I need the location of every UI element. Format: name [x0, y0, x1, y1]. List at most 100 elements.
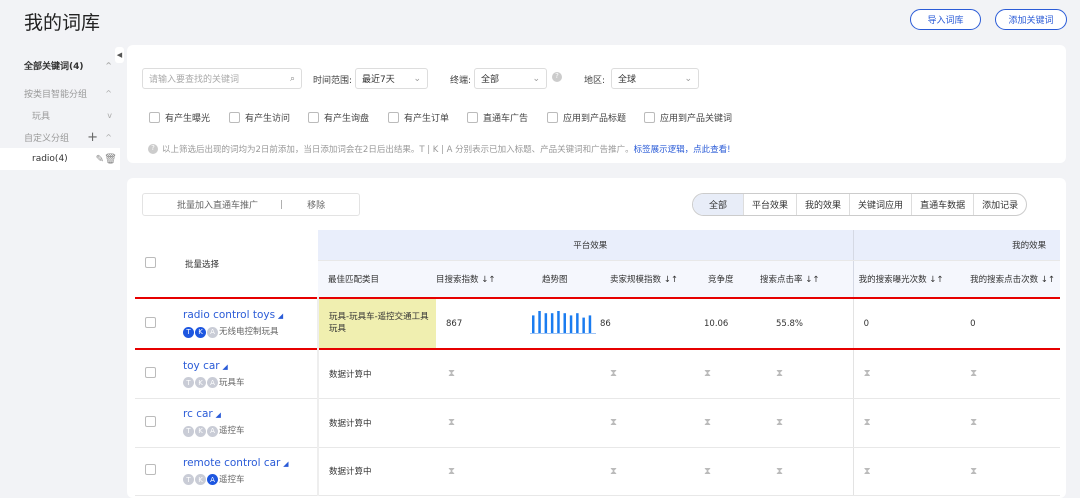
row-checkbox[interactable]	[145, 316, 156, 328]
check-product-title[interactable]: 应用到产品标题	[547, 111, 644, 124]
keyword-table-panel: 批量加入直通车推广 | 移除 全部 平台效果 我的效果 关键词应用 直通车数据 …	[127, 178, 1066, 498]
check-inquiries[interactable]: 有产生询盘	[308, 111, 388, 124]
region-select[interactable]: 全球 ⌄	[611, 68, 699, 89]
tag-ads-badge: A	[207, 326, 218, 338]
chevron-down-icon[interactable]: v	[107, 111, 112, 120]
help-icon[interactable]: ?	[552, 72, 562, 82]
value: 最近7天	[362, 75, 395, 85]
tag-ads-badge: A	[207, 377, 218, 388]
check-product-keyword[interactable]: 应用到产品关键词	[644, 111, 732, 124]
tab-p4p-data[interactable]: 直通车数据	[911, 194, 973, 215]
tab-keyword-usage[interactable]: 关键词应用	[849, 194, 911, 215]
trend-bar	[576, 313, 579, 333]
row-checkbox[interactable]	[145, 464, 156, 475]
my-clicks-cell: ⧗	[960, 398, 1061, 448]
tab-add-records[interactable]: 添加记录	[973, 194, 1026, 215]
tag-keyword-badge: K	[195, 326, 206, 338]
help-icon: ?	[148, 144, 158, 154]
label: 有产生访问	[245, 114, 291, 124]
check-p4p-ads[interactable]: 直通车广告	[467, 111, 547, 124]
label: 有产生订单	[404, 114, 450, 124]
tag-title-badge: T	[183, 326, 194, 338]
checkbox[interactable]	[308, 112, 319, 123]
tag-ads-badge: A	[207, 425, 218, 437]
row-checkbox[interactable]	[145, 415, 156, 427]
checkbox[interactable]	[229, 112, 240, 123]
trend-bar	[563, 313, 566, 333]
tab-platform[interactable]: 平台效果	[743, 194, 796, 215]
tab-mine[interactable]: 我的效果	[796, 194, 849, 215]
plus-icon[interactable]: +	[87, 130, 98, 145]
chevron-up-icon[interactable]: ^	[105, 89, 112, 98]
hourglass-icon: ⧗	[970, 417, 978, 428]
import-button[interactable]: 导入词库	[910, 9, 981, 30]
sidebar-item-custom[interactable]: 自定义分组 + ^	[0, 126, 120, 148]
hourglass-icon: ⧗	[704, 465, 712, 477]
keyword-link[interactable]: toy car	[183, 360, 220, 372]
col-seller-index[interactable]: 卖家规模指数 ↓↑	[600, 260, 690, 299]
label: 玩具	[32, 111, 51, 122]
checkbox[interactable]	[644, 112, 655, 123]
sidebar-item-all[interactable]: 全部关键词(4) ^	[0, 48, 120, 82]
col-ctr[interactable]: 搜索点击率 ↓↑	[750, 260, 854, 299]
sort-corner-icon[interactable]: ◢	[283, 460, 288, 468]
row-checkbox[interactable]	[145, 366, 156, 378]
tab-all[interactable]: 全部	[693, 194, 744, 215]
label: radio(4)	[32, 154, 68, 164]
view-tabs: 全部 平台效果 我的效果 关键词应用 直通车数据 添加记录	[692, 193, 1028, 216]
checkbox[interactable]	[547, 112, 558, 123]
check-visits[interactable]: 有产生访问	[229, 111, 308, 124]
platform-group-header: 平台效果	[318, 230, 854, 261]
sort-corner-icon[interactable]: ◢	[222, 363, 227, 371]
remove-button[interactable]: 移除	[307, 198, 325, 211]
trend-bar	[550, 313, 554, 333]
search-input[interactable]: 请输入要查找的关键词 ⌕	[142, 68, 302, 89]
filter-checkboxes: 有产生曝光 有产生访问 有产生询盘 有产生订单 直通车广告 应用到产品标题 应用…	[149, 111, 732, 124]
search-index-cell: ⧗	[436, 447, 520, 496]
ctr-cell: 55.8%	[750, 298, 854, 350]
collapse-sidebar-icon[interactable]: ◀	[115, 47, 124, 63]
batch-actions: 批量加入直通车推广 | 移除	[142, 193, 360, 216]
trend-bar	[538, 311, 541, 333]
chevron-up-icon[interactable]: ^	[105, 61, 112, 70]
category-cell: 数据计算中	[318, 447, 436, 496]
col-my-clicks[interactable]: 我的搜索点击次数 ↓↑	[960, 260, 1061, 299]
tag-title-badge: T	[183, 377, 194, 388]
search-index-cell: ⧗	[436, 398, 520, 448]
trash-icon[interactable]: 🗑	[104, 154, 117, 165]
my-clicks-cell: ⧗	[960, 447, 1061, 496]
edit-icon[interactable]: ✎	[96, 154, 104, 165]
trend-sparkline	[530, 311, 596, 334]
checkbox[interactable]	[149, 112, 160, 123]
sidebar-item-radio[interactable]: radio(4) ✎ 🗑	[0, 148, 120, 170]
display-logic-link[interactable]: 标签展示逻辑，点此查看!	[634, 143, 731, 155]
row-select-cell	[135, 349, 165, 399]
search-icon[interactable]: ⌕	[290, 74, 295, 84]
sort-corner-icon[interactable]: ◢	[278, 312, 283, 320]
sidebar-item-by-category[interactable]: 按类目智能分组 ^	[0, 82, 120, 104]
hourglass-icon: ⧗	[776, 465, 784, 477]
col-my-impressions[interactable]: 我的搜索曝光次数 ↓↑	[853, 260, 961, 299]
keyword-cell: remote control car ◢ T K A 遥控车	[165, 447, 319, 496]
keyword-link[interactable]: radio control toys	[183, 309, 275, 321]
select-all-checkbox[interactable]	[145, 256, 156, 268]
hourglass-icon: ⧗	[704, 417, 712, 428]
check-impressions[interactable]: 有产生曝光	[149, 111, 229, 124]
checkbox[interactable]	[467, 112, 478, 123]
keyword-link[interactable]: rc car	[183, 408, 213, 420]
label: 全部关键词(4)	[24, 61, 84, 72]
value: 全球	[618, 75, 637, 85]
chevron-up-icon[interactable]: ^	[105, 133, 112, 142]
time-range-select[interactable]: 最近7天 ⌄	[355, 68, 428, 89]
sidebar-item-toys[interactable]: 玩具 v	[0, 104, 120, 126]
terminal-select[interactable]: 全部 ⌄	[474, 68, 547, 89]
keyword-cell: toy car ◢ T K A 玩具车	[165, 349, 319, 399]
sort-corner-icon[interactable]: ◢	[215, 411, 220, 419]
add-keyword-button[interactable]: 添加关键词	[995, 9, 1067, 30]
col-search-index[interactable]: 目搜索指数 ↓↑	[436, 260, 520, 299]
batch-add-p4p-button[interactable]: 批量加入直通车推广	[177, 198, 258, 211]
checkbox[interactable]	[388, 112, 399, 123]
check-orders[interactable]: 有产生订单	[388, 111, 467, 124]
seller-index-cell: 86	[600, 298, 690, 350]
keyword-link[interactable]: remote control car	[183, 457, 280, 469]
